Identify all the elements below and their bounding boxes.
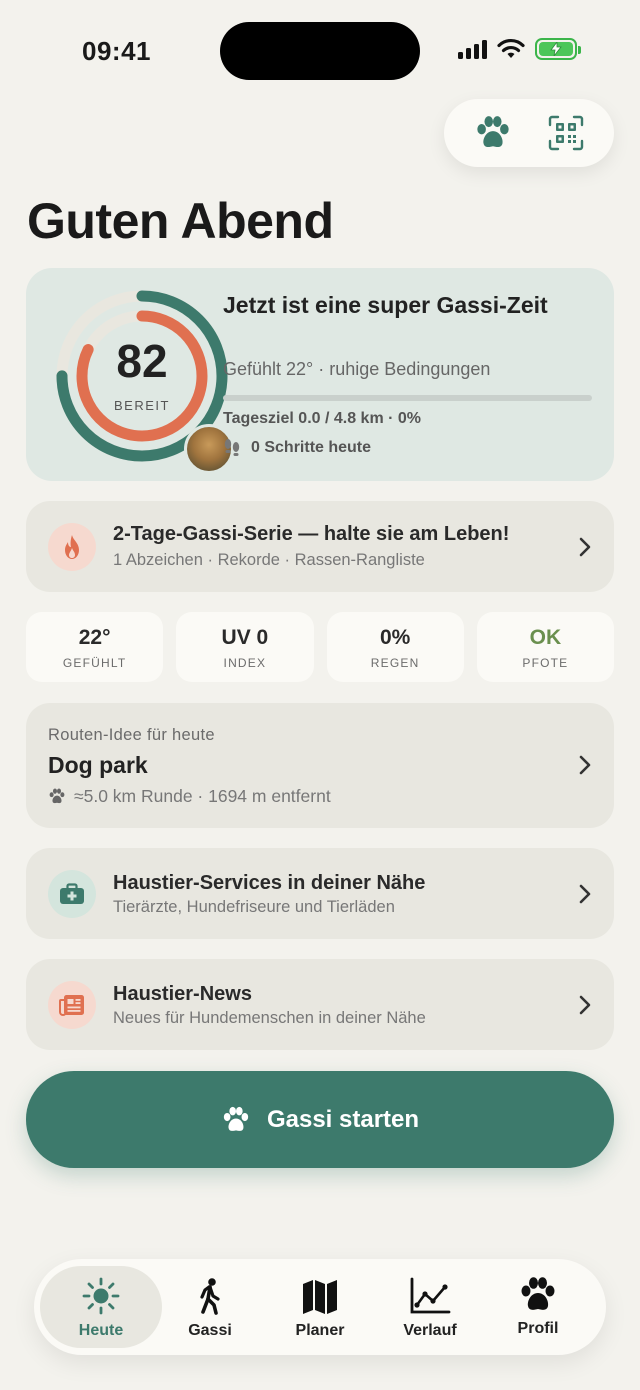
first-aid-kit-icon <box>60 883 84 904</box>
battery-icon <box>535 38 581 60</box>
daily-goal-text: Tagesziel 0.0 / 4.8 km · 0% <box>223 410 422 427</box>
steps-text: 0 Schritte heute <box>251 439 372 456</box>
streak-icon-badge <box>48 523 96 571</box>
streak-card[interactable]: 2-Tage-Gassi-Serie — halte sie am Leben!… <box>26 501 614 592</box>
wifi-icon <box>497 38 525 58</box>
paw-icon <box>49 788 65 804</box>
start-walk-label: Gassi starten <box>266 1105 420 1133</box>
start-walk-button[interactable]: Gassi starten <box>26 1071 614 1168</box>
paw-icon <box>476 116 509 148</box>
tab-label: Planer <box>295 1322 345 1339</box>
tile-rain[interactable]: 0% REGEN <box>326 612 464 682</box>
status-bar: 09:41 <box>0 0 640 100</box>
conditions-tiles: 22° GEFÜHLT UV 0 INDEX 0% REGEN OK PFOTE <box>26 612 614 682</box>
services-icon-badge <box>48 870 96 918</box>
route-kicker: Routen-Idee für heute <box>48 726 215 744</box>
tab-bar: Heute Gassi Planer Verlauf Profil <box>34 1259 606 1355</box>
newspaper-icon <box>59 995 84 1016</box>
chevron-right-icon <box>579 755 591 775</box>
tile-label: INDEX <box>223 656 267 670</box>
route-title: Dog park <box>48 752 148 778</box>
top-action-pill <box>444 99 614 167</box>
map-icon <box>303 1280 337 1314</box>
qr-scan-button[interactable] <box>540 107 592 159</box>
paw-icon <box>521 1277 555 1310</box>
pet-services-card[interactable]: Haustier-Services in deiner Nähe Tierärz… <box>26 848 614 939</box>
tab-label: Verlauf <box>403 1322 457 1339</box>
greeting-title: Guten Abend <box>27 193 334 249</box>
tab-label: Heute <box>78 1322 124 1339</box>
tile-label: REGEN <box>370 656 420 670</box>
readiness-title: Jetzt ist eine super Gassi-Zeit <box>223 292 548 318</box>
streak-title: 2-Tage-Gassi-Serie — halte sie am Leben! <box>113 523 510 545</box>
tab-profil[interactable]: Profil <box>483 1266 593 1348</box>
tile-value: 0% <box>379 626 411 649</box>
tile-value: UV 0 <box>221 626 269 649</box>
tile-feels-like[interactable]: 22° GEFÜHLT <box>26 612 164 682</box>
tab-verlauf[interactable]: Verlauf <box>375 1266 485 1348</box>
tile-label: PFOTE <box>522 656 569 670</box>
readiness-subtitle: Gefühlt 22° · ruhige Bedingungen <box>223 359 491 379</box>
steps-row: 0 Schritte heute <box>223 438 371 458</box>
tile-uv-index[interactable]: UV 0 INDEX <box>176 612 314 682</box>
daily-goal-progress <box>223 395 592 401</box>
dynamic-island <box>220 22 420 80</box>
chart-icon <box>410 1277 451 1314</box>
readiness-ring: 82 BEREIT <box>52 286 234 474</box>
services-subtitle: Tierärzte, Hundefriseure und Tierläden <box>113 898 395 916</box>
news-subtitle: Neues für Hundemenschen in deiner Nähe <box>113 1009 426 1027</box>
tab-label: Profil <box>517 1320 559 1337</box>
tab-planer[interactable]: Planer <box>265 1266 375 1348</box>
pet-button[interactable] <box>467 107 519 159</box>
tile-value: 22° <box>78 626 111 649</box>
qr-code-icon <box>548 115 583 151</box>
news-icon-badge <box>48 981 96 1029</box>
tile-paw[interactable]: OK PFOTE <box>476 612 614 682</box>
pet-news-card[interactable]: Haustier-News Neues für Hundemenschen in… <box>26 959 614 1050</box>
footsteps-icon <box>224 439 240 456</box>
streak-subtitle: 1 Abzeichen · Rekorde · Rassen-Rangliste <box>113 551 425 569</box>
chevron-right-icon <box>579 884 591 904</box>
readiness-score: 82 <box>116 335 168 387</box>
paw-icon <box>223 1106 249 1131</box>
route-meta: ≈5.0 km Runde · 1694 m entfernt <box>74 786 331 806</box>
tab-label: Gassi <box>188 1322 232 1339</box>
route-meta-row: ≈5.0 km Runde · 1694 m entfernt <box>48 786 331 807</box>
news-title: Haustier-News <box>113 983 252 1005</box>
route-idea-card[interactable]: Routen-Idee für heute Dog park ≈5.0 km R… <box>26 703 614 828</box>
tile-label: GEFÜHLT <box>62 656 127 670</box>
flame-icon <box>65 535 79 559</box>
readiness-score-label: BEREIT <box>114 398 170 413</box>
chevron-right-icon <box>579 995 591 1015</box>
sun-icon <box>82 1277 120 1315</box>
status-icons <box>458 38 581 60</box>
tab-heute[interactable]: Heute <box>40 1266 162 1348</box>
tab-gassi[interactable]: Gassi <box>155 1266 265 1348</box>
services-title: Haustier-Services in deiner Nähe <box>113 872 426 894</box>
cellular-signal-icon <box>458 39 487 59</box>
status-time: 09:41 <box>82 36 151 66</box>
chevron-right-icon <box>579 537 591 557</box>
readiness-card[interactable]: 82 BEREIT Jetzt ist eine super Gassi-Zei… <box>26 268 614 481</box>
tile-value: OK <box>529 626 562 649</box>
walking-icon <box>200 1278 220 1315</box>
